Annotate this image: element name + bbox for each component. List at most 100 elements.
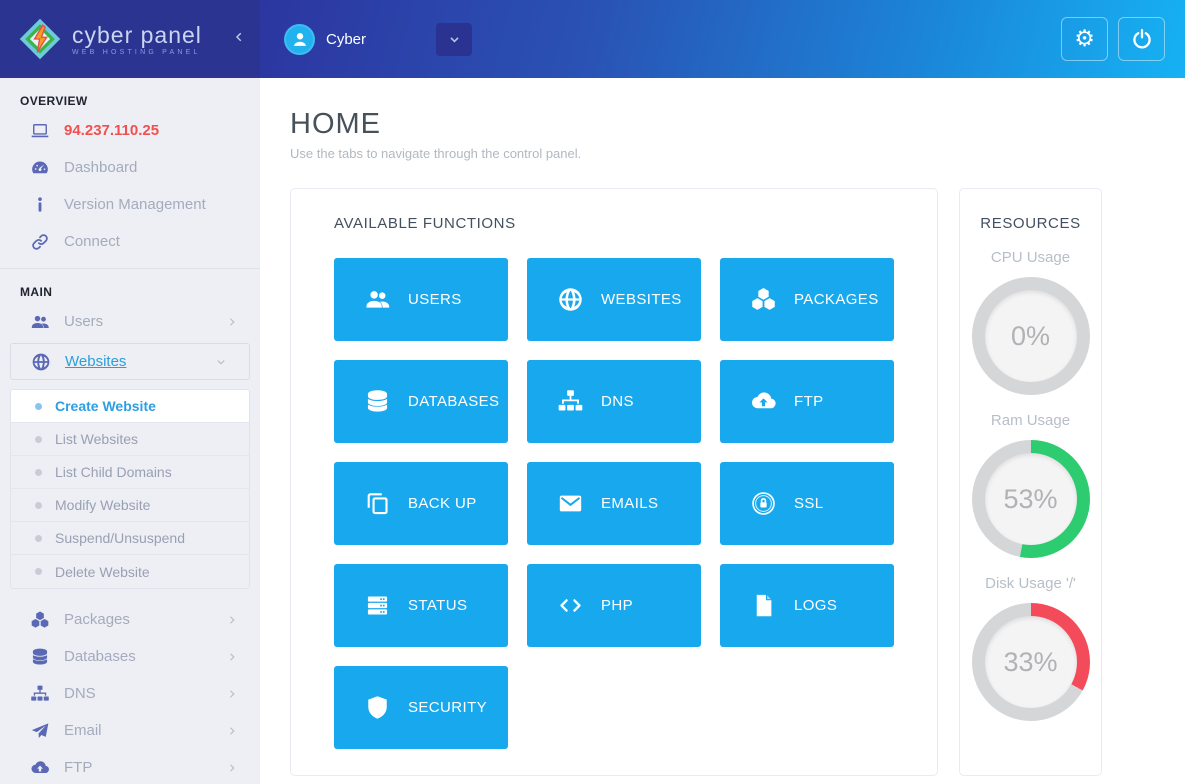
tile-label: PACKAGES <box>794 291 879 308</box>
tile-backup[interactable]: BACK UP <box>334 462 508 545</box>
logout-button[interactable] <box>1118 17 1165 61</box>
tile-label: DATABASES <box>408 393 499 410</box>
tile-status[interactable]: STATUS <box>334 564 508 647</box>
sidebar-item-dashboard[interactable]: Dashboard <box>0 149 260 186</box>
gauge-value: 33% <box>1003 647 1057 678</box>
gauge-label: Disk Usage '/' <box>960 575 1101 592</box>
globe-icon <box>557 286 584 313</box>
sidebar-item-label: Connect <box>64 233 120 250</box>
tile-databases[interactable]: DATABASES <box>334 360 508 443</box>
tile-label: SECURITY <box>408 699 487 716</box>
websites-submenu: Create Website List Websites List Child … <box>10 389 250 589</box>
tile-ftp[interactable]: FTP <box>720 360 894 443</box>
sidebar-item-dns[interactable]: DNS <box>0 675 260 712</box>
sidebar-item-websites[interactable]: Websites <box>10 343 250 380</box>
tile-label: BACK UP <box>408 495 477 512</box>
sidebar-item-databases[interactable]: Databases <box>0 638 260 675</box>
info-icon <box>30 195 50 215</box>
users-icon <box>30 312 50 332</box>
bullet-dot-icon <box>35 535 42 542</box>
tile-label: EMAILS <box>601 495 658 512</box>
function-tiles-grid: USERS WEBSITES PACKAGES DATABASE <box>334 258 894 749</box>
sidebar-collapse-button[interactable] <box>232 30 248 46</box>
cpu-usage-gauge: 0% <box>972 277 1090 395</box>
send-icon <box>30 721 50 741</box>
user-dropdown-button[interactable] <box>436 23 472 56</box>
page-title: HOME <box>290 108 1155 141</box>
tile-websites[interactable]: WEBSITES <box>527 258 701 341</box>
tile-label: LOGS <box>794 597 837 614</box>
sitemap-icon <box>30 684 50 704</box>
ram-usage-block: Ram Usage 53% <box>960 412 1101 558</box>
bullet-dot-icon <box>35 436 42 443</box>
file-icon <box>750 592 777 619</box>
brand-name: cyber panel <box>72 23 202 47</box>
sidebar-section-main: MAIN <box>0 269 260 303</box>
submenu-item-suspend-unsuspend[interactable]: Suspend/Unsuspend <box>11 522 249 555</box>
sidebar-item-packages[interactable]: Packages <box>0 601 260 638</box>
tile-label: FTP <box>794 393 824 410</box>
main-region: Cyber ⚙ HOME Use the tabs to navigate th… <box>260 0 1185 784</box>
user-name: Cyber <box>326 31 366 48</box>
sidebar-item-connect[interactable]: Connect <box>0 223 260 260</box>
submenu-item-label: Delete Website <box>55 564 150 580</box>
available-functions-heading: AVAILABLE FUNCTIONS <box>334 215 894 232</box>
tile-php[interactable]: PHP <box>527 564 701 647</box>
submenu-item-label: Suspend/Unsuspend <box>55 530 185 546</box>
tile-logs[interactable]: LOGS <box>720 564 894 647</box>
cyberpanel-logo-icon <box>18 17 62 61</box>
sidebar-item-label: Email <box>64 722 102 739</box>
sitemap-icon <box>557 388 584 415</box>
sidebar-item-label: DNS <box>64 685 96 702</box>
sidebar-item-label: Users <box>64 313 103 330</box>
sidebar-item-label: Dashboard <box>64 159 137 176</box>
submenu-item-label: Create Website <box>55 398 156 414</box>
disk-usage-block: Disk Usage '/' 33% <box>960 575 1101 721</box>
sidebar-item-label: Websites <box>65 353 126 370</box>
tile-label: DNS <box>601 393 634 410</box>
tile-dns[interactable]: DNS <box>527 360 701 443</box>
user-avatar-icon[interactable] <box>284 24 315 55</box>
globe-icon <box>31 352 51 372</box>
server-ip-label: 94.237.110.25 <box>64 122 159 139</box>
sidebar-item-users[interactable]: Users <box>0 303 260 340</box>
tile-ssl[interactable]: SSL <box>720 462 894 545</box>
bullet-dot-icon <box>35 469 42 476</box>
cyberpanel-app: cyber panel WEB HOSTING PANEL OVERVIEW 9… <box>0 0 1185 784</box>
sidebar-item-email[interactable]: Email <box>0 712 260 749</box>
sidebar-item-ftp[interactable]: FTP <box>0 749 260 784</box>
power-icon <box>1130 27 1154 51</box>
page-content: HOME Use the tabs to navigate through th… <box>260 78 1185 784</box>
sidebar-section-overview: OVERVIEW <box>0 78 260 112</box>
sidebar: cyber panel WEB HOSTING PANEL OVERVIEW 9… <box>0 0 260 784</box>
panels-row: AVAILABLE FUNCTIONS USERS WEBSITES <box>290 188 1155 776</box>
submenu-item-delete-website[interactable]: Delete Website <box>11 555 249 588</box>
tile-users[interactable]: USERS <box>334 258 508 341</box>
tile-packages[interactable]: PACKAGES <box>720 258 894 341</box>
submenu-item-create-website[interactable]: Create Website <box>11 390 249 423</box>
tile-emails[interactable]: EMAILS <box>527 462 701 545</box>
topbar: Cyber ⚙ <box>260 0 1185 78</box>
brand: cyber panel WEB HOSTING PANEL <box>72 23 202 56</box>
settings-button[interactable]: ⚙ <box>1061 17 1108 61</box>
sidebar-item-server-ip[interactable]: 94.237.110.25 <box>0 112 260 149</box>
submenu-item-list-websites[interactable]: List Websites <box>11 423 249 456</box>
sidebar-item-label: FTP <box>64 759 92 776</box>
submenu-item-list-child-domains[interactable]: List Child Domains <box>11 456 249 489</box>
submenu-item-modify-website[interactable]: Modify Website <box>11 489 249 522</box>
gauge-value: 53% <box>1003 484 1057 515</box>
sidebar-item-label: Packages <box>64 611 130 628</box>
sidebar-item-label: Databases <box>64 648 136 665</box>
laptop-icon <box>30 121 50 141</box>
gear-icon: ⚙ <box>1074 28 1095 51</box>
sidebar-item-version-management[interactable]: Version Management <box>0 186 260 223</box>
submenu-item-label: Modify Website <box>55 497 150 513</box>
lock-circle-icon <box>750 490 777 517</box>
tile-label: USERS <box>408 291 462 308</box>
chevron-right-icon <box>226 651 238 663</box>
cubes-icon <box>30 610 50 630</box>
brand-tagline: WEB HOSTING PANEL <box>72 49 202 56</box>
gauge-label: CPU Usage <box>960 249 1101 266</box>
users-icon <box>364 286 391 313</box>
tile-security[interactable]: SECURITY <box>334 666 508 749</box>
